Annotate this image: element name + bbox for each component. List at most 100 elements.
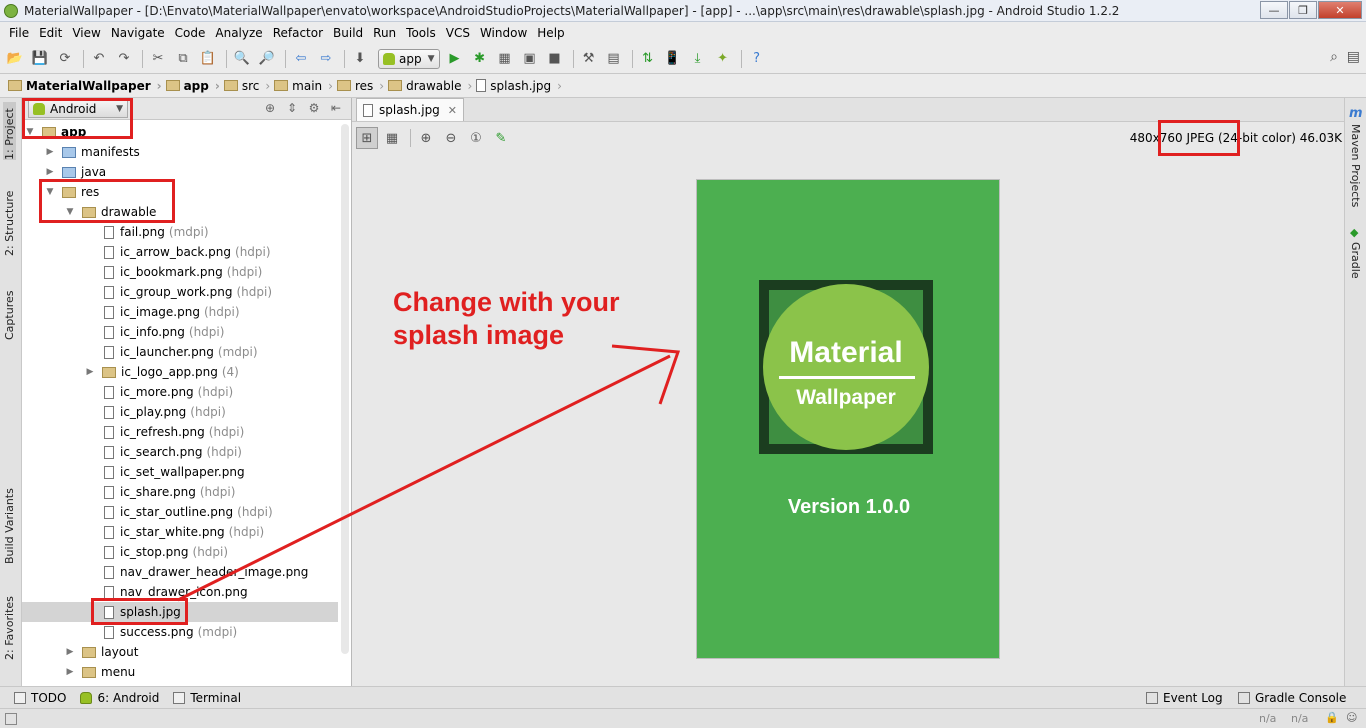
tree-file-item[interactable]: ic_launcher.png (mdpi) bbox=[22, 342, 258, 362]
tree-file-item[interactable]: ic_share.png (hdpi) bbox=[22, 482, 235, 502]
breadcrumb-item[interactable]: main › bbox=[274, 79, 333, 93]
breadcrumb-item[interactable]: splash.jpg › bbox=[476, 79, 562, 93]
close-button[interactable]: ✕ bbox=[1318, 1, 1362, 19]
chevron-right-icon[interactable]: ▶ bbox=[64, 647, 76, 657]
tree-file-item[interactable]: ic_group_work.png (hdpi) bbox=[22, 282, 272, 302]
menu-help[interactable]: Help bbox=[532, 26, 569, 40]
breadcrumb-item[interactable]: MaterialWallpaper › bbox=[8, 79, 162, 93]
menu-navigate[interactable]: Navigate bbox=[106, 26, 170, 40]
undo-icon[interactable]: ↶ bbox=[88, 48, 110, 70]
tool-windows-toggle-icon[interactable] bbox=[5, 713, 17, 725]
scroll-from-source-icon[interactable]: ⊕ bbox=[261, 101, 279, 115]
breadcrumb-item[interactable]: drawable › bbox=[388, 79, 472, 93]
redo-icon[interactable]: ↷ bbox=[113, 48, 135, 70]
tree-file-item[interactable]: ic_search.png (hdpi) bbox=[22, 442, 242, 462]
breadcrumb-item[interactable]: app › bbox=[165, 79, 220, 93]
tree-file-item[interactable]: ic_star_white.png (hdpi) bbox=[22, 522, 264, 542]
tab-project[interactable]: 1: Project bbox=[3, 102, 16, 160]
zoom-out-icon[interactable]: ⊖ bbox=[440, 127, 462, 149]
gear-icon[interactable]: ⚙ bbox=[305, 101, 323, 115]
breadcrumb-item[interactable]: res › bbox=[336, 79, 384, 93]
back-icon[interactable]: ⇦ bbox=[290, 48, 312, 70]
help-icon[interactable]: ? bbox=[746, 48, 768, 70]
tree-file-item[interactable]: ic_info.png (hdpi) bbox=[22, 322, 224, 342]
tree-file-item[interactable]: ic_arrow_back.png (hdpi) bbox=[22, 242, 271, 262]
project-structure-icon[interactable]: ⚒ bbox=[578, 48, 600, 70]
tab-build-variants[interactable]: Build Variants bbox=[3, 486, 16, 564]
tab-splash-jpg[interactable]: splash.jpg ✕ bbox=[356, 98, 465, 121]
tab-gradle[interactable]: Gradle bbox=[1349, 242, 1362, 279]
sdk-download-icon[interactable]: ⤓ bbox=[687, 48, 709, 70]
chevron-right-icon[interactable]: ▶ bbox=[44, 147, 56, 157]
more-icon[interactable]: ▤ bbox=[1347, 49, 1360, 65]
lock-icon[interactable]: 🔒 bbox=[1325, 711, 1339, 724]
monitor-icon[interactable]: ✦ bbox=[712, 48, 734, 70]
tab-structure[interactable]: 2: Structure bbox=[3, 191, 16, 256]
run-configuration-select[interactable]: app ▼ bbox=[378, 48, 440, 69]
tree-file-item[interactable]: fail.png (mdpi) bbox=[22, 222, 209, 242]
breadcrumb-item[interactable]: src › bbox=[223, 79, 270, 93]
toggle-grid-icon[interactable]: ⊞ bbox=[356, 127, 378, 149]
tree-file-item[interactable]: ic_star_outline.png (hdpi) bbox=[22, 502, 273, 522]
menu-file[interactable]: File bbox=[4, 26, 34, 40]
collapse-all-icon[interactable]: ⇕ bbox=[283, 101, 301, 115]
tree-folder-item[interactable]: ▶ ic_logo_app.png (4) bbox=[22, 362, 239, 382]
tree-file-item[interactable]: success.png (mdpi) bbox=[22, 622, 237, 642]
chevron-right-icon[interactable]: ▶ bbox=[64, 667, 76, 677]
coverage-icon[interactable]: ▦ bbox=[494, 48, 516, 70]
paste-icon[interactable]: 📋 bbox=[197, 48, 219, 70]
open-icon[interactable]: 📂 bbox=[4, 48, 26, 70]
copy-icon[interactable]: ⧉ bbox=[172, 48, 194, 70]
find-icon[interactable]: 🔍 bbox=[231, 48, 253, 70]
sync-gradle-icon[interactable]: ⇅ bbox=[637, 48, 659, 70]
menu-window[interactable]: Window bbox=[475, 26, 532, 40]
menu-edit[interactable]: Edit bbox=[34, 26, 67, 40]
sync-icon[interactable]: ⟳ bbox=[54, 48, 76, 70]
menu-view[interactable]: View bbox=[67, 26, 105, 40]
avd-manager-icon[interactable]: 📱 bbox=[662, 48, 684, 70]
attach-icon[interactable]: ▣ bbox=[519, 48, 541, 70]
save-icon[interactable]: 💾 bbox=[29, 48, 51, 70]
tree-file-item[interactable]: nav_drawer_header_image.png bbox=[22, 562, 308, 582]
menu-vcs[interactable]: VCS bbox=[441, 26, 475, 40]
tab-todo[interactable]: TODO bbox=[14, 691, 66, 705]
menu-refactor[interactable]: Refactor bbox=[268, 26, 328, 40]
menu-build[interactable]: Build bbox=[328, 26, 368, 40]
tree-folder-item[interactable]: ▶ menu bbox=[22, 662, 136, 682]
tree-folder-item[interactable]: ▶ layout bbox=[22, 642, 139, 662]
chessboard-icon[interactable]: ▦ bbox=[381, 127, 403, 149]
hide-panel-icon[interactable]: ⇤ bbox=[327, 101, 345, 115]
tab-android[interactable]: 6: Android bbox=[80, 691, 159, 705]
tab-favorites[interactable]: 2: Favorites bbox=[3, 596, 16, 660]
color-picker-icon[interactable]: ✎ bbox=[490, 127, 512, 149]
replace-icon[interactable]: 🔎 bbox=[256, 48, 278, 70]
inspector-icon[interactable]: ☺ bbox=[1346, 711, 1357, 724]
tree-file-item[interactable]: ic_play.png (hdpi) bbox=[22, 402, 226, 422]
tree-file-item[interactable]: ic_more.png (hdpi) bbox=[22, 382, 233, 402]
actual-size-icon[interactable]: ① bbox=[465, 127, 487, 149]
minimize-button[interactable]: — bbox=[1260, 1, 1288, 19]
make-icon[interactable]: ⬇ bbox=[349, 48, 371, 70]
tree-file-item[interactable]: ic_refresh.png (hdpi) bbox=[22, 422, 244, 442]
tab-event-log[interactable]: Event Log bbox=[1146, 691, 1223, 705]
tab-gradle-console[interactable]: Gradle Console bbox=[1238, 691, 1346, 705]
tab-maven-projects[interactable]: Maven Projects bbox=[1349, 124, 1362, 207]
zoom-in-icon[interactable]: ⊕ bbox=[415, 127, 437, 149]
sdk-manager-icon[interactable]: ▤ bbox=[603, 48, 625, 70]
tab-captures[interactable]: Captures bbox=[3, 288, 16, 340]
maximize-button[interactable]: ❐ bbox=[1289, 1, 1317, 19]
cut-icon[interactable]: ✂ bbox=[147, 48, 169, 70]
close-icon[interactable]: ✕ bbox=[448, 104, 457, 117]
search-icon[interactable]: ⌕ bbox=[1330, 49, 1338, 65]
menu-run[interactable]: Run bbox=[368, 26, 401, 40]
debug-icon[interactable]: ✱ bbox=[469, 48, 491, 70]
tree-folder-item[interactable]: ▶ manifests bbox=[22, 142, 140, 162]
run-icon[interactable]: ▶ bbox=[444, 48, 466, 70]
tree-file-item[interactable]: ic_set_wallpaper.png bbox=[22, 462, 245, 482]
menu-analyze[interactable]: Analyze bbox=[210, 26, 267, 40]
tree-file-item[interactable]: ic_stop.png (hdpi) bbox=[22, 542, 228, 562]
forward-icon[interactable]: ⇨ bbox=[315, 48, 337, 70]
menu-code[interactable]: Code bbox=[170, 26, 211, 40]
tree-file-item[interactable]: ic_bookmark.png (hdpi) bbox=[22, 262, 262, 282]
chevron-right-icon[interactable]: ▶ bbox=[84, 367, 96, 377]
